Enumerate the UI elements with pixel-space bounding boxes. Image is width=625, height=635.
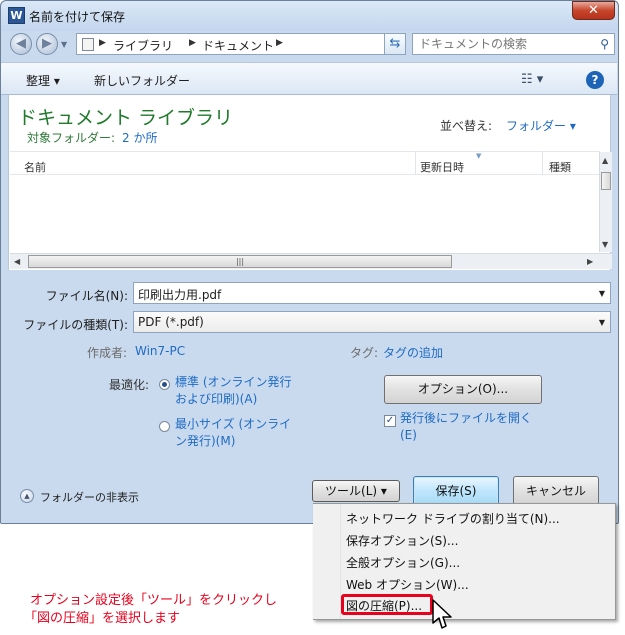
view-options-icon[interactable]: ☷ ▾	[521, 72, 543, 87]
radio-minimum-line2[interactable]: ン発行)(M)	[175, 433, 291, 450]
open-after-publish-label[interactable]: 発行後にファイルを開く (E)	[400, 410, 532, 444]
scroll-up-icon[interactable]: ▲	[602, 156, 608, 165]
window-title: 名前を付けて保存	[29, 10, 126, 24]
column-header-modified[interactable]: 更新日時	[420, 159, 464, 175]
column-divider[interactable]	[542, 151, 543, 175]
radio-minimum-label[interactable]: 最小サイズ (オンライ ン発行)(M)	[175, 416, 291, 450]
cancel-button[interactable]: キャンセル	[513, 476, 599, 506]
save-button[interactable]: 保存(S)	[413, 476, 499, 506]
scroll-down-icon[interactable]: ▼	[602, 240, 608, 249]
mouse-pointer-icon	[432, 599, 452, 629]
breadcrumb-separator-icon[interactable]: ▶	[276, 38, 283, 48]
chevron-down-icon[interactable]: ▼	[599, 318, 605, 327]
close-button[interactable]: ✕	[572, 1, 615, 20]
forward-arrow-icon: ▶	[42, 36, 52, 51]
refresh-icon: ⇆	[389, 36, 401, 51]
vertical-scrollbar[interactable]	[599, 152, 612, 252]
back-arrow-icon: ◀	[16, 36, 26, 51]
column-header-row	[10, 151, 600, 175]
sort-dropdown[interactable]: フォルダー ▾	[506, 117, 576, 134]
library-subtitle-label: 対象フォルダー:	[27, 131, 116, 145]
chevron-down-icon[interactable]: ▼	[599, 289, 605, 298]
filetype-select[interactable]: PDF (*.pdf) ▼	[133, 311, 611, 333]
annotation-line2: 「図の圧縮」を選択します	[24, 611, 181, 626]
tools-button[interactable]: ツール(L) ▾	[312, 480, 400, 502]
library-title: ドキュメント ライブラリ	[18, 107, 234, 129]
vertical-scroll-thumb[interactable]	[601, 172, 611, 190]
menu-item-web-options[interactable]: Web オプション(W)...	[346, 576, 469, 593]
menu-item-map-network-drive[interactable]: ネットワーク ドライブの割り当て(N)...	[346, 510, 560, 527]
open-after-line1[interactable]: 発行後にファイルを開く	[400, 410, 532, 427]
column-divider[interactable]	[415, 151, 416, 175]
menu-item-general-options[interactable]: 全般オプション(G)...	[346, 554, 460, 571]
annotation-highlight-box	[341, 594, 433, 615]
filename-label: ファイル名(N):	[45, 289, 128, 303]
breadcrumb-libraries[interactable]: ライブラリ	[113, 37, 173, 54]
tags-label: タグ:	[350, 346, 379, 360]
options-button[interactable]: オプション(O)...	[384, 375, 542, 404]
radio-standard-label[interactable]: 標準 (オンライン発行 および印刷)(A)	[175, 374, 292, 408]
column-header-type[interactable]: 種類	[549, 159, 571, 175]
menu-item-save-options[interactable]: 保存オプション(S)...	[346, 532, 458, 549]
help-icon[interactable]: ?	[586, 71, 604, 89]
scroll-right-icon[interactable]: ▶	[587, 257, 593, 266]
library-locations-link[interactable]: 2 か所	[122, 129, 157, 146]
annotation-line1: オプション設定後「ツール」をクリックし	[30, 593, 278, 608]
sort-label: 並べ替え:	[440, 119, 493, 133]
author-value[interactable]: Win7-PC	[135, 344, 185, 358]
radio-minimum-line1[interactable]: 最小サイズ (オンライ	[175, 416, 291, 433]
author-label: 作成者:	[87, 346, 128, 360]
new-folder-button[interactable]: 新しいフォルダー	[94, 72, 190, 89]
word-app-icon: W	[8, 7, 25, 24]
breadcrumb-documents[interactable]: ドキュメント	[202, 37, 274, 54]
radio-standard-line1[interactable]: 標準 (オンライン発行	[175, 374, 292, 391]
forward-button[interactable]: ▶	[36, 33, 58, 55]
filetype-value[interactable]: PDF (*.pdf)	[138, 315, 204, 329]
menu-icon-gutter	[313, 504, 341, 619]
filename-field[interactable]: 印刷出力用.pdf ▼	[133, 282, 611, 304]
hide-folders-button[interactable]: フォルダーの非表示	[40, 489, 139, 505]
search-box[interactable]: ⚲	[412, 33, 615, 55]
folder-icon	[82, 38, 94, 51]
chevron-up-icon[interactable]: ▲	[20, 489, 34, 503]
sort-arrow-icon: ▼	[476, 152, 482, 160]
address-bar[interactable]: ▶ ライブラリ ▶ ドキュメント ▶ ▼	[76, 33, 406, 55]
search-input[interactable]	[419, 37, 589, 51]
breadcrumb-separator-icon[interactable]: ▶	[99, 38, 106, 48]
open-after-publish-checkbox[interactable]: ✓	[384, 415, 396, 427]
history-dropdown-icon[interactable]: ▼	[61, 40, 67, 49]
horizontal-scroll-thumb[interactable]: |||	[28, 255, 452, 268]
open-after-line2[interactable]: (E)	[400, 427, 532, 444]
search-icon[interactable]: ⚲	[600, 37, 609, 51]
filetype-label: ファイルの種類(T):	[23, 318, 128, 332]
radio-standard-line2[interactable]: および印刷)(A)	[175, 391, 292, 408]
refresh-button[interactable]: ⇆	[384, 33, 406, 55]
column-header-name[interactable]: 名前	[24, 159, 46, 175]
organize-button[interactable]: 整理 ▾	[26, 72, 60, 89]
breadcrumb-separator-icon[interactable]: ▶	[189, 38, 196, 48]
radio-standard[interactable]	[159, 379, 170, 390]
filename-value[interactable]: 印刷出力用.pdf	[138, 286, 221, 303]
tags-add-link[interactable]: タグの追加	[383, 344, 443, 361]
optimize-label: 最適化:	[109, 378, 150, 392]
radio-minimum[interactable]	[159, 421, 170, 432]
back-button[interactable]: ◀	[10, 33, 32, 55]
scroll-left-icon[interactable]: ◀	[14, 257, 20, 266]
